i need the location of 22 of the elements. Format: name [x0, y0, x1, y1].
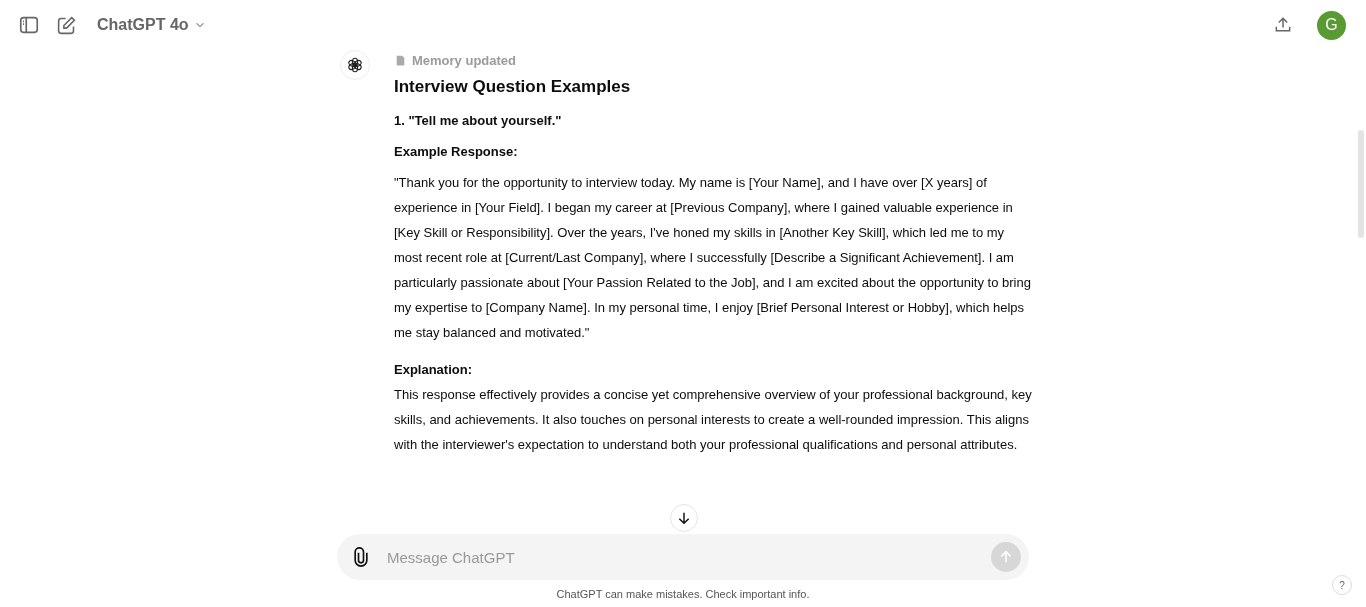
answer-heading: Example Response: [394, 143, 519, 161]
answer-title: Interview Question Examples [394, 76, 632, 98]
message-composer[interactable]: Message ChatGPT [337, 534, 1029, 580]
memory-icon [394, 53, 407, 67]
model-selector[interactable]: ChatGPT 4o [97, 16, 207, 34]
answer-paragraph: "Thank you for the opportunity to interview today. My name is [Your Name], and I have over [X years] of experience in [Your Field]. I began my career at [Previous Company], where I gained valuable experience in [Key Skill or Responsibility]. Over the years, I've honed my skills in [Another Key Skill], which led me to my most recent role at [Current/Last Company], where I successfully [Describe a Significant Achievement]. I am particularly passionate about [Your Passion Related to the Job], and I am excited about the opportunity to bring my expertise to [Company Name]. In my personal time, I enjoy [Brief Personal Interest or Hobby], which helps me stay balanced and motivated." [394, 174, 1032, 342]
answer-heading: Explanation: [394, 361, 473, 379]
arrow-up-icon [998, 549, 1014, 565]
message-field[interactable]: Message ChatGPT [385, 547, 977, 567]
answer-paragraph: This response effectively provides a concise yet comprehensive overview of your professional background, key skills, and achievements. It also touches on personal interests to create a well-rounded impression. This aligns with the interviewer's expectation to understand both your professional qualifications and personal attributes. [394, 386, 1032, 454]
new-chat-icon[interactable] [56, 14, 77, 36]
user-avatar[interactable]: G [1317, 10, 1346, 40]
answer-heading: 1. "Tell me about yourself." [394, 112, 563, 130]
disclaimer-text: ChatGPT can make mistakes. Check important info. [556, 588, 810, 600]
sidebar-toggle-icon[interactable] [18, 14, 40, 36]
arrow-down-icon [676, 510, 692, 526]
help-button[interactable]: ? [1332, 575, 1352, 595]
scroll-down-button[interactable] [670, 504, 698, 532]
memory-status: Memory updated [412, 51, 516, 70]
share-icon[interactable] [1273, 15, 1293, 35]
attach-icon[interactable] [351, 547, 371, 567]
scrollbar[interactable] [1358, 130, 1364, 238]
